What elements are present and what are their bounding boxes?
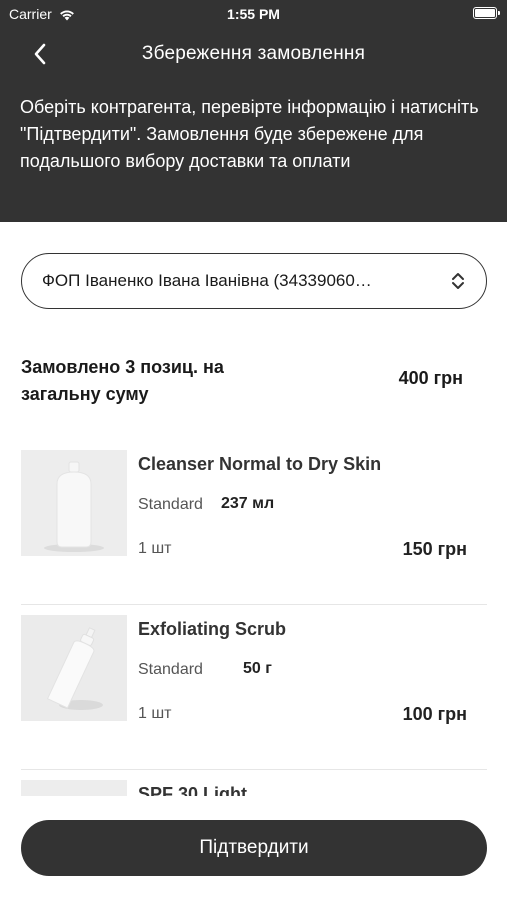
counterparty-select-value: ФОП Іваненко Івана Іванівна (34339060…: [42, 271, 372, 290]
list-item[interactable]: Cleanser Normal to Dry Skin Standard 237…: [21, 440, 487, 605]
list-item[interactable]: Exfoliating Scrub Standard 50 г 1 шт 100…: [21, 605, 487, 770]
chevron-up-down-icon: [452, 273, 464, 289]
product-price: 100 грн: [402, 704, 467, 724]
product-price: 150 грн: [402, 539, 467, 559]
counterparty-select[interactable]: ФОП Іваненко Івана Іванівна (34339060…: [21, 253, 487, 309]
product-name: SPF 30 Light: [138, 784, 248, 796]
info-text: Оберіть контрагента, перевірте інформаці…: [0, 80, 507, 222]
product-size: 50 г: [243, 660, 272, 677]
page-title: Збереження замовлення: [141, 43, 366, 64]
status-bar: Carrier 1:55 PM: [0, 0, 507, 28]
list-item[interactable]: SPF 30 Light: [21, 770, 487, 796]
summary-label: Замовлено 3 позиц. на загальну суму: [21, 357, 224, 404]
product-name: Exfoliating Scrub: [138, 619, 287, 639]
confirm-button[interactable]: Підтвердити: [21, 820, 487, 876]
order-items-list[interactable]: Cleanser Normal to Dry Skin Standard 237…: [0, 440, 507, 796]
status-time: 1:55 PM: [227, 6, 280, 22]
product-quantity: 1 шт: [138, 705, 172, 722]
product-name: Cleanser Normal to Dry Skin: [138, 454, 382, 474]
product-quantity: 1 шт: [138, 540, 172, 557]
product-image: [21, 450, 127, 556]
product-variant: Standard: [138, 496, 203, 513]
summary-total: 400 грн: [398, 368, 463, 388]
battery-icon: [473, 7, 500, 19]
product-image: [21, 615, 127, 721]
order-summary: Замовлено 3 позиц. на загальну суму 400 …: [21, 354, 467, 410]
product-size: 237 мл: [221, 495, 275, 512]
product-image: [21, 780, 127, 796]
nav-bar: Збереження замовлення: [0, 28, 507, 80]
product-variant: Standard: [138, 661, 203, 678]
